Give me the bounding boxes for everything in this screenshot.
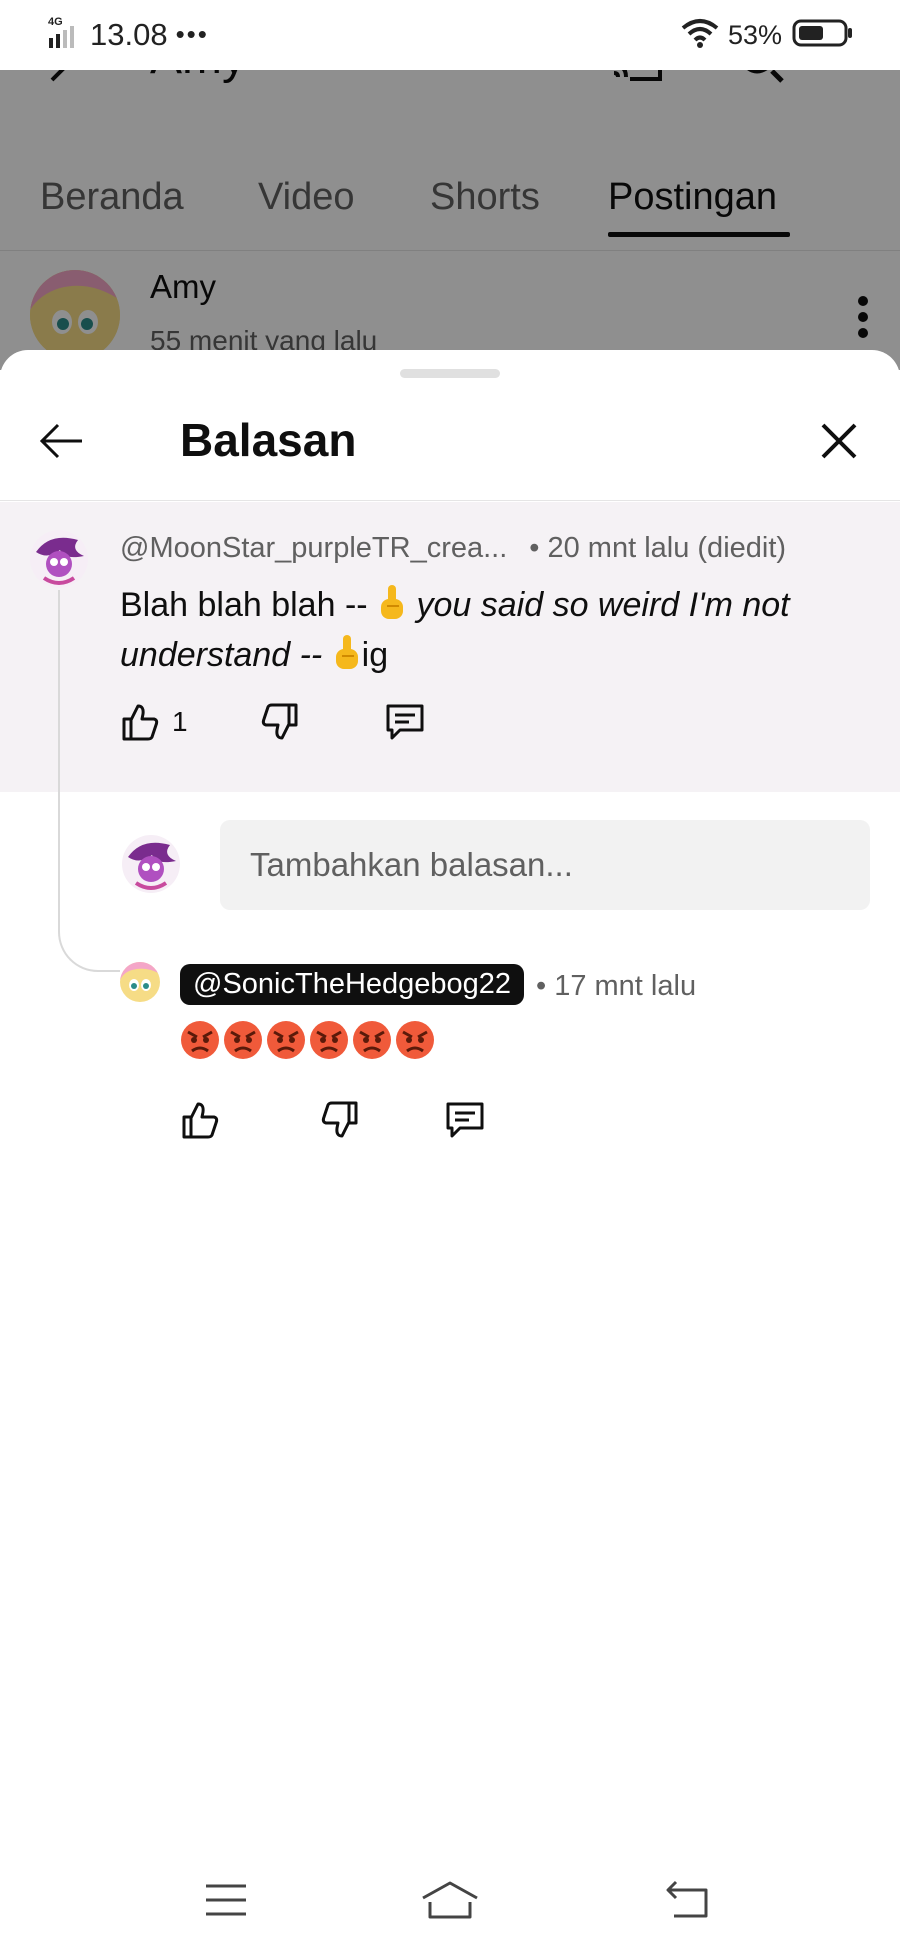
reply-dislike-button[interactable] bbox=[320, 1100, 360, 1140]
comment-time: • 20 mnt lalu (diedit) bbox=[529, 532, 787, 564]
angry-face-emoji-icon bbox=[353, 1021, 391, 1059]
comment-icon bbox=[446, 1102, 484, 1138]
drag-handle[interactable] bbox=[400, 369, 500, 378]
like-count: 1 bbox=[172, 706, 188, 737]
current-user-avatar bbox=[122, 835, 180, 893]
thumbs-up-icon bbox=[122, 704, 159, 741]
status-time: 13.08 bbox=[90, 16, 168, 52]
dim-overlay[interactable] bbox=[0, 70, 900, 370]
comment-text-part: ig bbox=[361, 636, 389, 674]
angry-face-emoji-icon bbox=[181, 1021, 219, 1059]
reply-text bbox=[180, 1020, 435, 1060]
angry-face-emoji-icon bbox=[224, 1021, 262, 1059]
battery-percent: 53% bbox=[727, 20, 782, 50]
reply-reply-button[interactable] bbox=[444, 1100, 486, 1140]
reply-button[interactable] bbox=[384, 702, 426, 742]
thread-line bbox=[58, 590, 120, 972]
svg-text:4G: 4G bbox=[48, 16, 63, 28]
sheet-header: Balasan bbox=[0, 390, 900, 501]
reply-input[interactable] bbox=[220, 820, 870, 910]
system-nav-bar bbox=[0, 1860, 900, 1949]
comment-text-part: Blah blah blah -- bbox=[120, 586, 378, 624]
comment-icon bbox=[386, 704, 424, 740]
close-icon[interactable] bbox=[814, 416, 864, 466]
reply-input-container bbox=[220, 820, 870, 910]
dislike-button[interactable] bbox=[260, 702, 300, 742]
status-bar: 4G 13.08 ••• 53% bbox=[0, 0, 900, 70]
thumbs-down-icon bbox=[261, 703, 298, 740]
thumbs-up-icon bbox=[182, 1102, 219, 1139]
status-dots: ••• bbox=[175, 19, 209, 49]
back-arrow-icon[interactable] bbox=[36, 416, 86, 466]
angry-face-emoji-icon bbox=[396, 1021, 434, 1059]
parent-comment: @MoonStar_purpleTR_crea... • 20 mnt lalu … bbox=[0, 502, 900, 792]
middle-finger-emoji-icon bbox=[332, 634, 362, 672]
back-icon[interactable] bbox=[664, 1880, 710, 1925]
angry-face-emoji-icon bbox=[310, 1021, 348, 1059]
commenter-avatar[interactable] bbox=[30, 530, 88, 588]
middle-finger-emoji-icon bbox=[377, 584, 407, 622]
angry-face-emoji-icon bbox=[267, 1021, 305, 1059]
comment-meta: @MoonStar_purpleTR_crea... • 20 mnt lalu … bbox=[120, 532, 786, 565]
replier-avatar[interactable] bbox=[120, 962, 160, 1002]
wifi-icon bbox=[680, 16, 720, 55]
sheet-title: Balasan bbox=[180, 414, 357, 466]
signal-icon: 4G bbox=[48, 14, 82, 55]
reply-time: • 17 mnt lalu bbox=[536, 970, 697, 1002]
replies-sheet: Balasan @MoonStar_purpleTR_crea... • 20 m… bbox=[0, 350, 900, 1949]
comment-text: Blah blah blah -- you said so weird I'm … bbox=[120, 580, 820, 680]
like-button[interactable]: 1 bbox=[120, 702, 188, 742]
replier-handle[interactable]: @SonicTheHedgebog22 bbox=[180, 964, 525, 1005]
thumbs-down-icon bbox=[321, 1101, 358, 1138]
commenter-handle[interactable]: @MoonStar_purpleTR_crea... bbox=[120, 532, 507, 565]
home-icon[interactable] bbox=[420, 1880, 480, 1925]
reply-like-button[interactable] bbox=[180, 1100, 220, 1140]
battery-icon bbox=[792, 18, 854, 53]
menu-icon[interactable] bbox=[204, 1880, 248, 1925]
